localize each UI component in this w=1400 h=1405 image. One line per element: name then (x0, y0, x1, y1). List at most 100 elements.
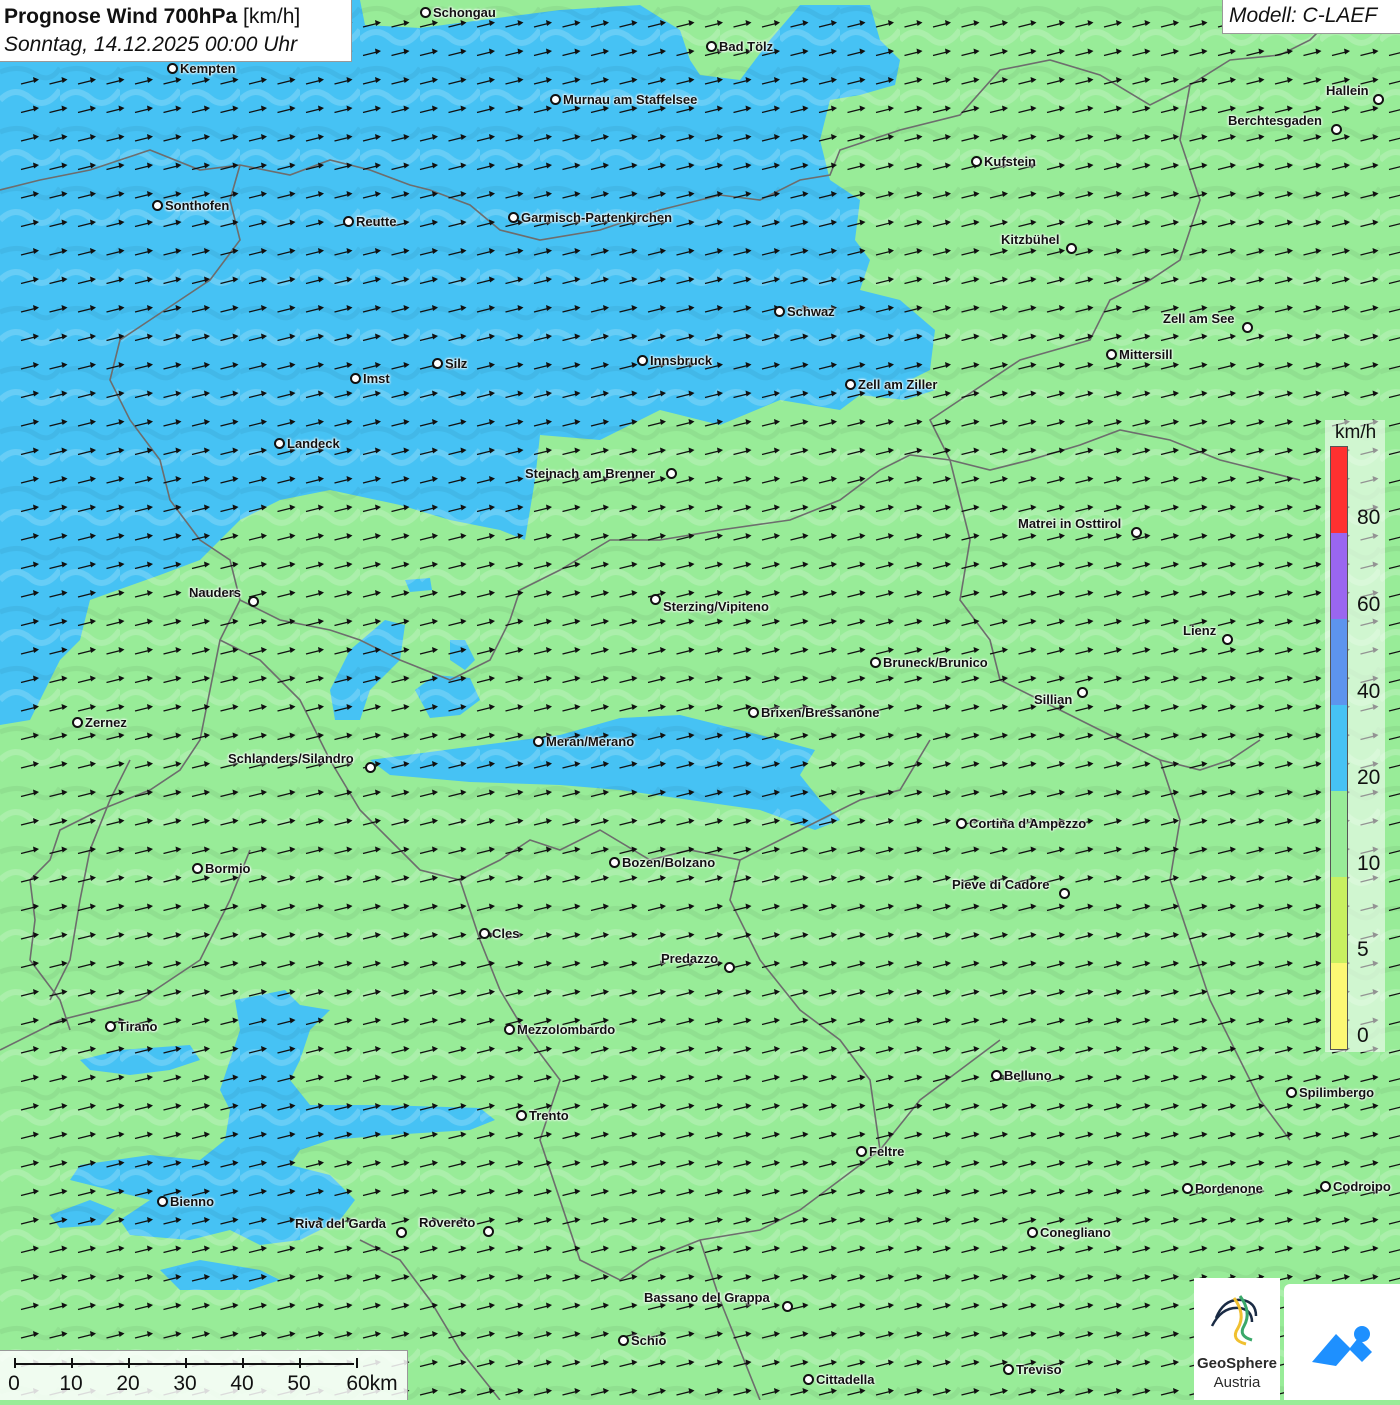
city-marker[interactable] (508, 212, 519, 223)
city-marker[interactable] (856, 1146, 867, 1157)
legend-band (1331, 619, 1347, 705)
city-marker[interactable] (1077, 687, 1088, 698)
city-marker[interactable] (550, 94, 561, 105)
city-marker[interactable] (1320, 1181, 1331, 1192)
scale-tick (14, 1358, 16, 1368)
city-label: Imst (363, 371, 390, 386)
city-marker[interactable] (1242, 322, 1253, 333)
legend-tick: 20 (1357, 766, 1381, 789)
city-marker[interactable] (167, 63, 178, 74)
city-label: Zell am See (1163, 311, 1235, 326)
city-marker[interactable] (1331, 124, 1342, 135)
city-label: Schlanders/Silandro (228, 751, 354, 766)
city-marker[interactable] (1106, 349, 1117, 360)
city-marker[interactable] (274, 438, 285, 449)
city-marker[interactable] (483, 1226, 494, 1237)
city-marker[interactable] (248, 596, 259, 607)
city-marker[interactable] (192, 863, 203, 874)
city-label: Murnau am Staffelsee (563, 92, 698, 107)
city-label: Bruneck/Brunico (883, 655, 988, 670)
city-marker[interactable] (609, 857, 620, 868)
city-marker[interactable] (774, 306, 785, 317)
city-label: Kufstein (984, 154, 1036, 169)
city-marker[interactable] (1003, 1364, 1014, 1375)
city-label: Rovereto (419, 1215, 476, 1230)
city-marker[interactable] (706, 41, 717, 52)
city-marker[interactable] (152, 200, 163, 211)
city-marker[interactable] (350, 373, 361, 384)
city-marker[interactable] (1373, 94, 1384, 105)
city-label: Sillian (1034, 692, 1073, 707)
geosphere-logo[interactable]: GeoSphere Austria (1194, 1278, 1280, 1400)
legend-band (1331, 533, 1347, 619)
city-marker[interactable] (666, 468, 677, 479)
city-label: Treviso (1016, 1362, 1062, 1377)
city-label: Silz (445, 356, 468, 371)
city-marker[interactable] (1059, 888, 1070, 899)
city-marker[interactable] (650, 594, 661, 605)
scale-tick (185, 1358, 187, 1368)
city-marker[interactable] (870, 657, 881, 668)
city-label: Feltre (869, 1144, 905, 1159)
city-marker[interactable] (157, 1196, 168, 1207)
city-marker[interactable] (396, 1227, 407, 1238)
city-label: Cles (492, 926, 520, 941)
city-label: Riva del Garda (295, 1216, 387, 1231)
city-label: Steinach am Brenner (525, 466, 656, 481)
city-marker[interactable] (343, 216, 354, 227)
city-marker[interactable] (637, 355, 648, 366)
city-marker[interactable] (420, 7, 431, 18)
city-label: Belluno (1004, 1068, 1052, 1083)
geosphere-country: Austria (1213, 1374, 1261, 1391)
city-marker[interactable] (971, 156, 982, 167)
city-label: Bad Tölz (719, 39, 774, 54)
city-label: Bassano del Grappa (644, 1290, 770, 1305)
scale-tick (242, 1358, 244, 1368)
city-marker[interactable] (991, 1070, 1002, 1081)
city-label: Codroipo (1333, 1179, 1391, 1194)
scale-label: 40 (230, 1372, 254, 1395)
city-marker[interactable] (748, 707, 759, 718)
city-marker[interactable] (618, 1335, 629, 1346)
city-marker[interactable] (504, 1024, 515, 1035)
scale-label: 50 (287, 1372, 311, 1395)
model-label: Modell: C-LAEF (1222, 0, 1400, 34)
legend-tick: 60 (1357, 593, 1381, 616)
city-marker[interactable] (724, 962, 735, 973)
city-label: Mezzolombardo (517, 1022, 616, 1037)
city-marker[interactable] (1066, 243, 1077, 254)
city-marker[interactable] (1286, 1087, 1297, 1098)
app-logo[interactable] (1284, 1284, 1400, 1400)
city-label: Cittadella (816, 1372, 875, 1387)
scale-tick (356, 1358, 358, 1368)
city-label: Predazzo (661, 951, 719, 966)
city-marker[interactable] (845, 379, 856, 390)
city-label: Conegliano (1040, 1225, 1111, 1240)
city-marker[interactable] (782, 1301, 793, 1312)
city-marker[interactable] (479, 928, 490, 939)
city-label: Brixen/Bressanone (761, 705, 880, 720)
city-marker[interactable] (516, 1110, 527, 1121)
city-label: Mittersill (1119, 347, 1173, 362)
map-title: Prognose Wind 700hPa [km/h] (4, 5, 301, 28)
city-label: Cortina d'Ampezzo (969, 816, 1087, 831)
legend-tick: 0 (1357, 1024, 1369, 1047)
city-marker[interactable] (72, 717, 83, 728)
city-marker[interactable] (1182, 1183, 1193, 1194)
city-marker[interactable] (105, 1021, 116, 1032)
city-marker[interactable] (365, 762, 376, 773)
city-label: Pordenone (1195, 1181, 1263, 1196)
city-marker[interactable] (956, 818, 967, 829)
city-marker[interactable] (1027, 1227, 1038, 1238)
city-label: Trento (529, 1108, 569, 1123)
city-marker[interactable] (432, 358, 443, 369)
scale-label: 30 (173, 1372, 197, 1395)
legend-unit: km/h (1335, 422, 1377, 443)
city-marker[interactable] (803, 1374, 814, 1385)
city-label: Kempten (180, 61, 236, 76)
scale-line (14, 1363, 354, 1365)
city-marker[interactable] (533, 736, 544, 747)
city-label: Reutte (356, 214, 397, 229)
city-marker[interactable] (1222, 634, 1233, 645)
city-marker[interactable] (1131, 527, 1142, 538)
